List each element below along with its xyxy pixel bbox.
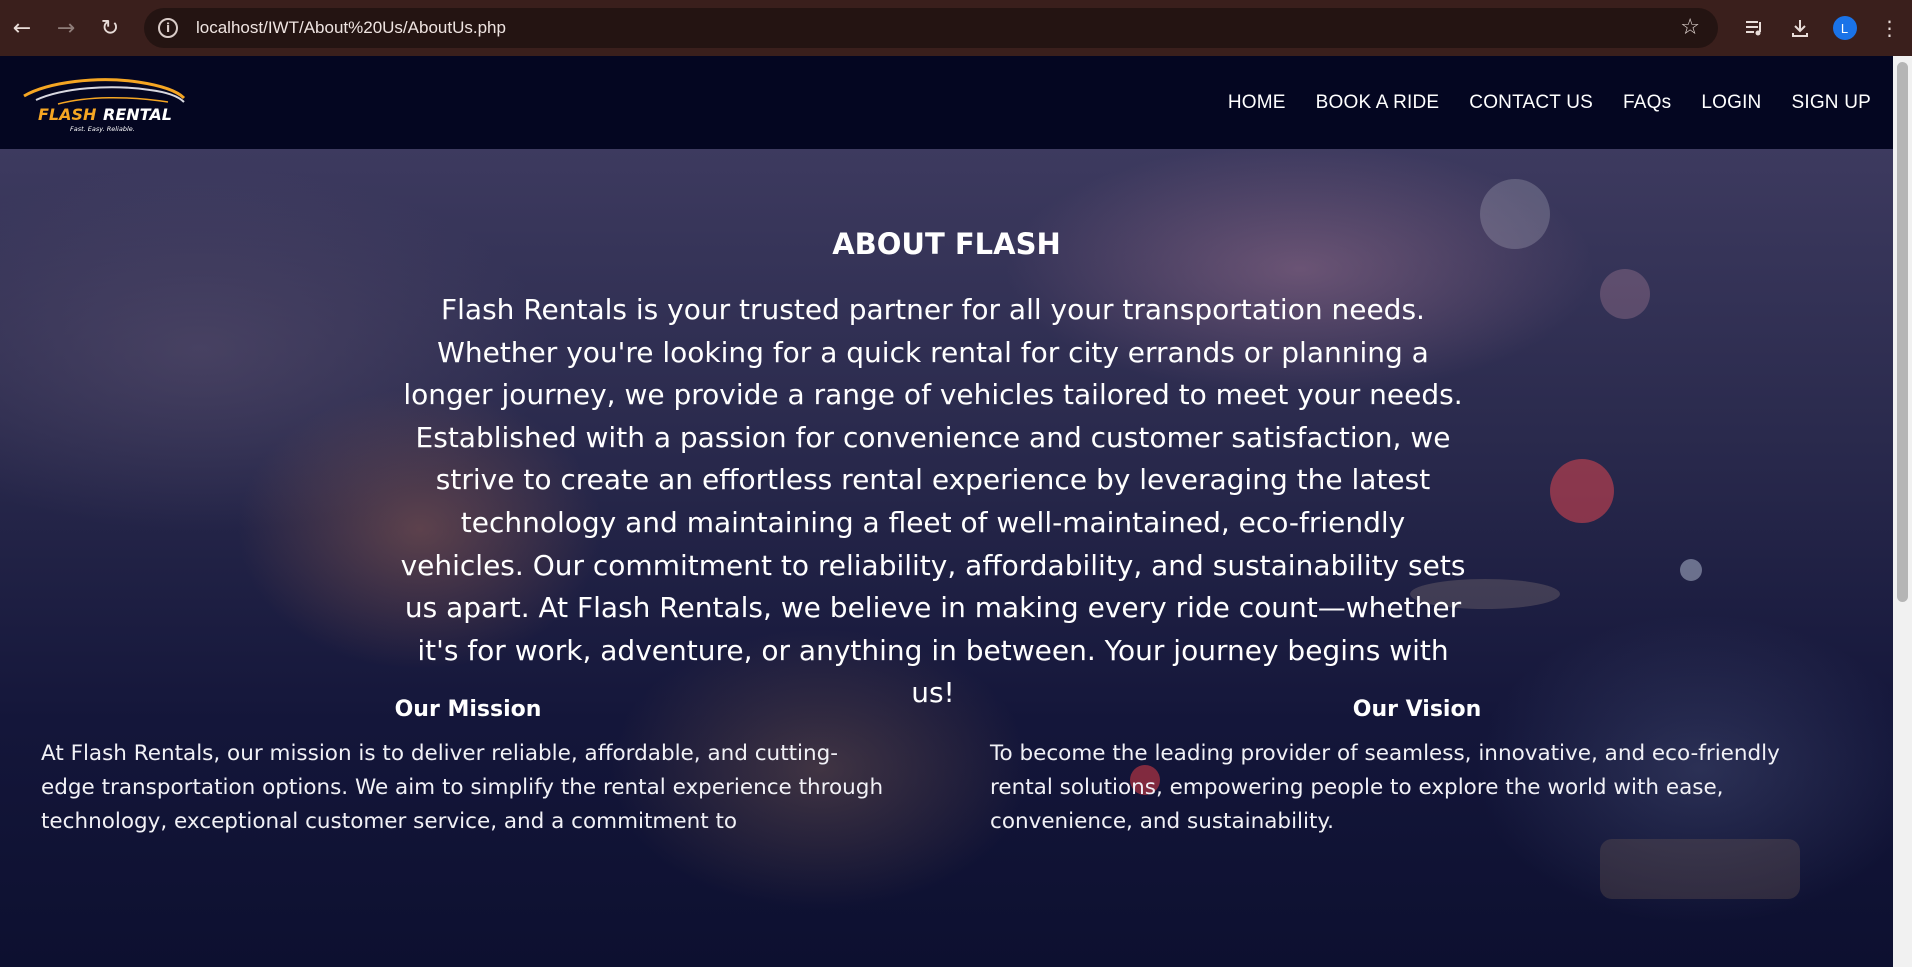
- vision-title: Our Vision: [1352, 697, 1482, 722]
- forward-icon[interactable]: →: [44, 0, 88, 56]
- browser-actions: L ⋮: [1732, 0, 1912, 56]
- svg-text:Fast. Easy. Reliable.: Fast. Easy. Reliable.: [70, 125, 135, 133]
- star-icon[interactable]: ☆: [1680, 15, 1700, 40]
- svg-text:FLASH: FLASH: [38, 105, 97, 124]
- nav-contact-us[interactable]: CONTACT US: [1469, 92, 1593, 114]
- about-paragraph: Flash Rentals is your trusted partner fo…: [400, 293, 1466, 710]
- flash-rental-logo[interactable]: FLASH RENTAL Fast. Easy. Reliable.: [18, 74, 188, 134]
- about-title: ABOUT FLASH: [832, 227, 1061, 261]
- nav-sign-up[interactable]: SIGN UP: [1791, 92, 1871, 114]
- about-content: ABOUT FLASH Flash Rentals is your truste…: [0, 149, 1893, 967]
- scrollbar-thumb[interactable]: [1897, 62, 1908, 602]
- nav-links: HOME BOOK A RIDE CONTACT US FAQs LOGIN S…: [1228, 56, 1871, 149]
- page-scrollbar[interactable]: [1893, 56, 1912, 967]
- reload-icon[interactable]: ↻: [88, 0, 132, 56]
- page-viewport: ABOUT FLASH Flash Rentals is your truste…: [0, 56, 1893, 967]
- vision-text: To become the leading provider of seamle…: [990, 741, 1780, 834]
- nav-home[interactable]: HOME: [1228, 92, 1286, 114]
- menu-icon[interactable]: ⋮: [1867, 0, 1912, 56]
- nav-login[interactable]: LOGIN: [1701, 92, 1761, 114]
- url-text[interactable]: localhost/IWT/About%20Us/AboutUs.php: [196, 18, 506, 38]
- svg-text:RENTAL: RENTAL: [103, 105, 172, 124]
- address-bar[interactable]: i localhost/IWT/About%20Us/AboutUs.php ☆: [144, 8, 1718, 48]
- avatar[interactable]: L: [1832, 16, 1857, 40]
- media-icon[interactable]: [1732, 0, 1777, 56]
- site-navbar: FLASH RENTAL Fast. Easy. Reliable. HOME …: [0, 56, 1893, 149]
- profile-button[interactable]: L: [1822, 0, 1867, 56]
- back-icon[interactable]: ←: [0, 0, 44, 56]
- nav-faqs[interactable]: FAQs: [1623, 92, 1671, 114]
- nav-book-a-ride[interactable]: BOOK A RIDE: [1316, 92, 1440, 114]
- info-icon[interactable]: i: [158, 18, 178, 38]
- mission-text: At Flash Rentals, our mission is to deli…: [41, 741, 884, 834]
- download-icon[interactable]: [1777, 0, 1822, 56]
- hero-section: ABOUT FLASH Flash Rentals is your truste…: [0, 149, 1893, 967]
- mission-title: Our Mission: [394, 697, 542, 722]
- browser-toolbar: ← → ↻ i localhost/IWT/About%20Us/AboutUs…: [0, 0, 1912, 56]
